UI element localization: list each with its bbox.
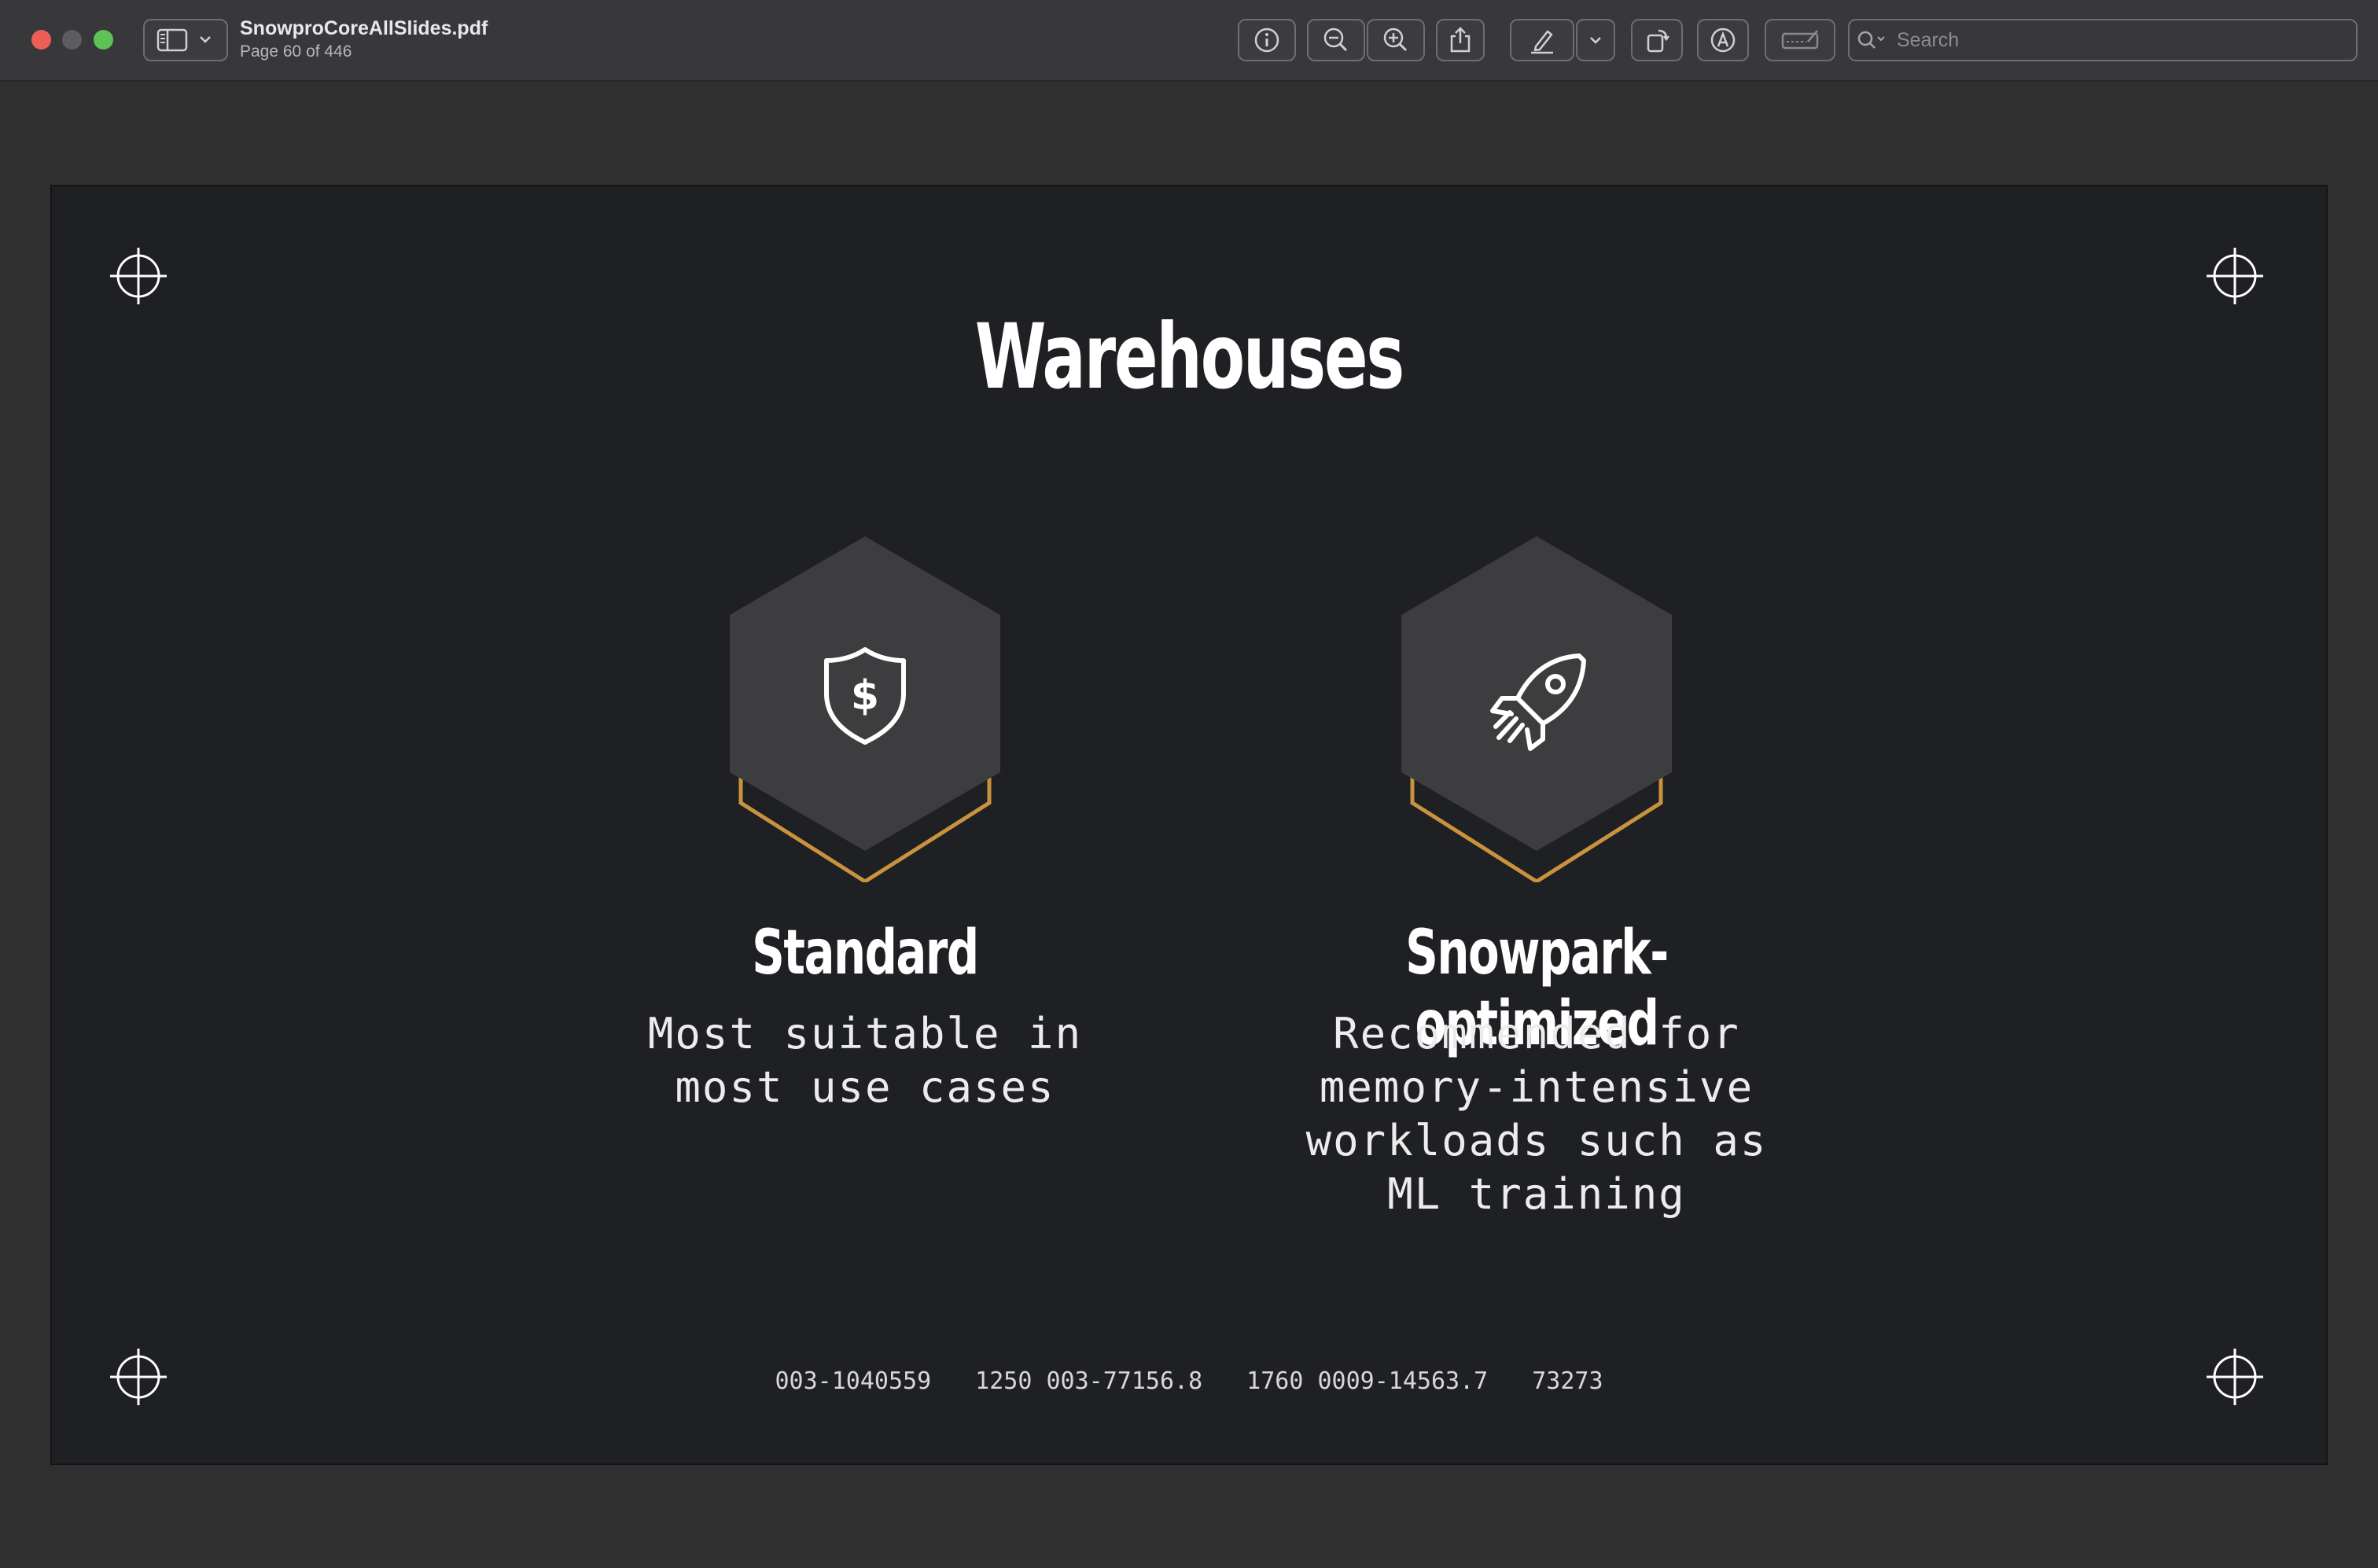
markup-icon bbox=[1710, 28, 1736, 53]
info-button[interactable] bbox=[1238, 19, 1296, 61]
search-placeholder: Search bbox=[1897, 28, 1960, 51]
crosshair-icon bbox=[2207, 248, 2263, 304]
search-field[interactable]: Search bbox=[1848, 19, 2358, 61]
signature-button[interactable] bbox=[1765, 19, 1835, 61]
pdf-page-slide: Warehouses $ Standard Most suitable in m… bbox=[50, 185, 2328, 1465]
crosshair-icon bbox=[110, 248, 167, 304]
signature-icon bbox=[1781, 30, 1819, 50]
minimize-window-button[interactable] bbox=[62, 30, 82, 50]
zoom-in-icon bbox=[1383, 28, 1408, 52]
page-indicator: Page 60 of 446 bbox=[240, 42, 352, 61]
footer-code: 1250 003-77156.8 bbox=[975, 1367, 1203, 1395]
sidebar-toggle-button[interactable] bbox=[143, 19, 228, 61]
close-window-button[interactable] bbox=[31, 30, 51, 50]
highlight-options-button[interactable] bbox=[1576, 19, 1615, 61]
highlight-button[interactable] bbox=[1510, 19, 1574, 61]
markup-button[interactable] bbox=[1697, 19, 1749, 61]
chevron-down-icon bbox=[1590, 37, 1601, 44]
footer-code: 1760 0009-14563.7 bbox=[1246, 1367, 1489, 1395]
standard-description: Most suitable in most use cases bbox=[647, 1009, 1083, 1112]
slide-title: Warehouses bbox=[974, 304, 1404, 409]
rotate-button[interactable] bbox=[1631, 19, 1683, 61]
info-icon bbox=[1254, 28, 1279, 53]
share-icon bbox=[1450, 27, 1471, 53]
snowpark-optimized-description: Recommended for memory-intensive workloa… bbox=[1305, 1009, 1768, 1219]
highlight-pen-icon bbox=[1531, 30, 1553, 54]
window-titlebar: SnowproCoreAllSlides.pdf Page 60 of 446 bbox=[0, 0, 2378, 82]
standard-hexagon: $ bbox=[730, 536, 1000, 882]
footer-code-strip: 003-1040559 1250 003-77156.8 1760 0009-1… bbox=[52, 1367, 2326, 1395]
maximize-window-button[interactable] bbox=[94, 30, 113, 50]
share-button[interactable] bbox=[1436, 19, 1485, 61]
zoom-in-button[interactable] bbox=[1367, 19, 1425, 61]
snowpark-hexagon bbox=[1401, 536, 1672, 882]
rotate-icon bbox=[1647, 29, 1669, 53]
zoom-out-icon bbox=[1323, 28, 1348, 52]
zoom-out-button[interactable] bbox=[1307, 19, 1365, 61]
sidebar-toggle-icon bbox=[156, 28, 211, 52]
search-icon bbox=[1857, 31, 1885, 49]
svg-text:$: $ bbox=[851, 672, 879, 720]
footer-code: 73273 bbox=[1532, 1367, 1603, 1395]
standard-heading: Standard bbox=[752, 918, 979, 988]
document-title: SnowproCoreAllSlides.pdf bbox=[240, 17, 488, 39]
footer-code: 003-1040559 bbox=[775, 1367, 932, 1395]
